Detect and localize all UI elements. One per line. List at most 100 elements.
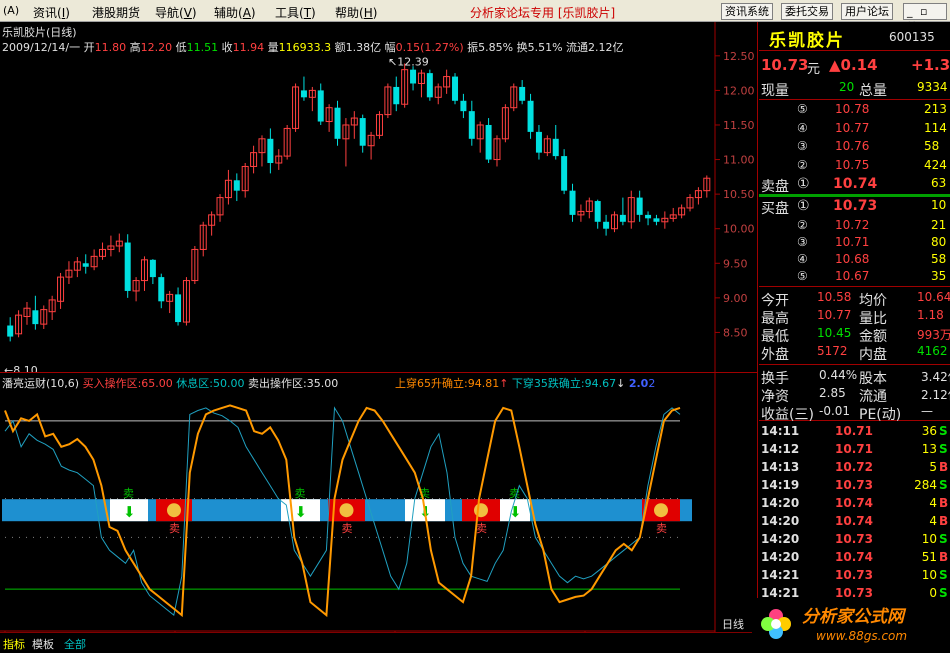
candle-body [149,259,156,278]
tab-all[interactable]: 全部 [64,636,86,652]
tick-row-cell: 10.73 [835,532,873,546]
candle-body [561,156,568,191]
tab-indicator[interactable]: 指标 [3,636,25,652]
tick-row-cell: B [939,514,949,528]
tick-row: 14:20 10.74 4 B [759,496,950,514]
money-bag-icon [339,503,354,518]
tick-row-cell: 51 [921,550,937,564]
tick-row-cell: 10.73 [835,568,873,582]
candle-body [175,294,182,323]
menu-item-help[interactable]: 帮助(H) [335,4,377,21]
signal-label: 卖 [123,487,134,500]
stat-row-cell: 5172 [817,344,848,358]
tick-row: 14:20 10.73 10 S [759,532,950,550]
kline-panel[interactable]: 乐凯胶片(日线) 2009/12/14/一 开11.80 高12.20 低11.… [0,22,758,372]
tick-row-cell: 284 [914,478,937,492]
candle-body [460,100,467,112]
candle-body [300,90,307,98]
tick-row-cell: S [939,568,948,582]
candle-body [359,118,366,146]
stat-row: 换手 0.44%股本 3.42亿 [759,368,950,387]
stat-row-cell: 流通 [859,389,887,405]
y-tick-label: 10.00 [723,223,755,236]
watermark-title: 分析家公式网 [802,607,904,627]
forum-button[interactable]: 用户论坛 [841,3,893,20]
money-bag-icon [167,503,181,518]
high-marker: ↖12.39 [388,55,429,68]
ask-row-cell: 10.78 [835,102,870,116]
bid-row-cell: 35 [931,269,947,283]
stat-row-cell: 最低 [761,329,789,345]
tick-row-cell: 4 [929,514,937,528]
ask-row: ② 10.75 424 [759,158,950,176]
menu-item-navigate[interactable]: 导航(V) [155,4,197,21]
tick-row-cell: 14:12 [761,442,800,456]
bid-row-cell: 10.71 [835,235,870,249]
system-menu-icon[interactable]: (A) [3,4,19,17]
stat-row-cell: 993万 [917,328,950,342]
bid-row-cell: 10.67 [835,269,870,283]
info-system-button[interactable]: 资讯系统 [721,3,773,20]
candle-body [636,197,643,215]
bid-row-cell: 21 [931,218,947,232]
menu-item-assist[interactable]: 辅助(A) [214,4,256,21]
tick-row-cell: 14:11 [761,424,800,438]
stat-row: 净资 2.85 流通 2.12亿 [759,386,950,405]
bid-row-cell: 80 [931,235,947,249]
window-title: 分析家论坛专用 [乐凯胶片] [470,6,616,20]
bid1-row: 买盘 ① 10.73 10 [761,198,947,217]
bid-row-cell: ③ [797,235,808,249]
candle-body [267,138,274,164]
signal-label: 卖 [295,487,306,500]
tick-row: 14:12 10.71 13 S [759,442,950,460]
tick-row: 14:21 10.73 10 S [759,568,950,586]
down-arrow-icon: ⬇ [295,503,308,521]
menu-item-info[interactable]: 资讯(I) [33,4,70,21]
candle-body [452,76,459,101]
trade-button[interactable]: 委托交易 [781,3,833,20]
y-tick-label: 11.50 [723,119,755,132]
tick-row-cell: 5 [929,460,937,474]
price-change: ▲0.14 [829,56,878,74]
candle-body [317,90,324,122]
ask-row-cell: ⑤ [797,102,808,116]
candle-body [535,131,542,153]
stat-row-cell: 均价 [859,293,887,309]
tab-template[interactable]: 模板 [32,636,54,652]
menu-item-hk-futures[interactable]: 港股期货 [92,4,140,21]
stat-row-cell: 最高 [761,311,789,327]
candle-body [158,277,165,302]
tick-row-cell: 4 [929,496,937,510]
stat-row-cell: 换手 [761,371,789,387]
period-label[interactable]: 日线 [722,616,744,632]
candlestick-chart[interactable]: 12.50 12.00 11.50 11.00 10.50 10.00 9.50 9.00 8.… [0,22,758,372]
y-tick-label: 12.00 [723,84,755,97]
tick-row-cell: 10.71 [835,442,873,456]
money-bag-icon [474,503,488,518]
window-controls[interactable]: _ ▫ × [903,3,947,31]
tick-row: 14:20 10.74 4 B [759,514,950,532]
indicator-chart[interactable]: ⬇卖卖⬇卖卖⬇卖卖⬇卖卖2009年1212 [0,373,758,635]
ask-row-cell: 10.75 [835,157,870,172]
menu-item-tools[interactable]: 工具(T) [275,4,316,21]
indicator-panel[interactable]: 潘亮运财(10,6) 买入操作区:65.00 休息区:50.00 卖出操作区:3… [0,372,758,635]
menu-bar: (A) 资讯(I) 港股期货 导航(V) 辅助(A) 工具(T) 帮助(H) 分… [0,0,950,31]
candle-body [233,180,240,191]
ask-row: ③ 10.76 58 [759,139,950,157]
y-tick-label: 12.50 [723,50,755,63]
signal-label: 卖 [656,522,667,535]
stat-row-cell: 量比 [859,311,887,327]
stat-row: 最低 10.45 金额 993万 [759,326,950,345]
candle-body [645,214,652,219]
candle-body [485,124,492,160]
stat-row: 今开 10.58 均价 10.64 [759,290,950,309]
stat-row: 最高 10.77 量比 1.18 [759,308,950,327]
ask1-row: 卖盘 ① 10.74 63 [761,176,947,195]
stat-row-cell: 2.85 [819,386,846,400]
candle-body [519,86,526,101]
watermark-url: www.88gs.com [816,629,908,643]
tick-row: 14:19 10.73 284 S [759,478,950,496]
chart-area[interactable]: 乐凯胶片(日线) 2009/12/14/一 开11.80 高12.20 低11.… [0,22,758,635]
tick-row-cell: B [939,460,949,474]
tick-row-cell: 14:20 [761,532,800,546]
